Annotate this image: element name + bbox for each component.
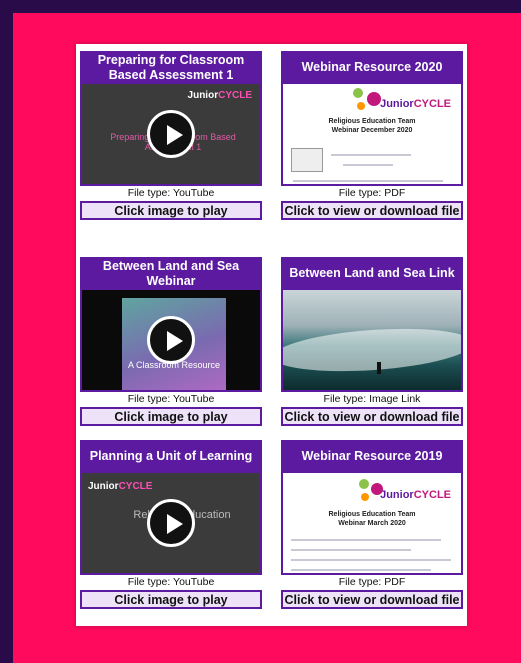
file-type-label: File type: YouTube [127, 393, 215, 405]
pdf-inset-image [291, 148, 323, 172]
resource-card: Preparing for Classroom Based Assessment… [80, 51, 262, 220]
card-title: Between Land and Sea Webinar [80, 257, 262, 290]
resource-card: Between Land and Sea Webinar A Classroom… [80, 257, 262, 426]
text-line [291, 539, 441, 541]
text-line [343, 164, 393, 166]
junior-cycle-logo: JuniorCYCLE [187, 90, 252, 101]
file-type-label: File type: Image Link [323, 393, 421, 405]
decor-dot [353, 88, 363, 98]
surfer-figure [377, 362, 381, 374]
pdf-thumbnail[interactable]: JuniorCYCLE Religious Education Team Web… [281, 84, 463, 186]
resource-panel: Preparing for Classroom Based Assessment… [76, 44, 467, 626]
decor-dot [359, 479, 369, 489]
card-title: Webinar Resource 2019 [281, 440, 463, 473]
pdf-subheading: Webinar December 2020 [331, 127, 413, 134]
text-line [291, 569, 431, 571]
view-download-button[interactable]: Click to view or download file [281, 590, 463, 609]
play-icon[interactable] [147, 316, 195, 364]
text-line [331, 154, 411, 156]
text-line [291, 549, 411, 551]
top-frame-border [0, 0, 521, 13]
play-icon[interactable] [147, 499, 195, 547]
play-button[interactable]: Click image to play [80, 201, 262, 220]
junior-cycle-logo: JuniorCYCLE [380, 489, 451, 501]
text-line [291, 559, 451, 561]
card-title: Preparing for Classroom Based Assessment… [80, 51, 262, 84]
junior-cycle-logo: JuniorCYCLE [380, 98, 451, 110]
resource-card: Planning a Unit of Learning JuniorCYCLE … [80, 440, 262, 609]
view-download-button[interactable]: Click to view or download file [281, 407, 463, 426]
play-button[interactable]: Click image to play [80, 407, 262, 426]
video-thumbnail[interactable]: JuniorCYCLE Preparing for Classroom Base… [80, 84, 262, 186]
card-title: Between Land and Sea Link [281, 257, 463, 290]
video-thumbnail[interactable]: JuniorCYCLE Religious Education [80, 473, 262, 575]
play-button[interactable]: Click image to play [80, 590, 262, 609]
video-thumbnail[interactable]: A Classroom Resource [80, 290, 262, 392]
file-type-label: File type: YouTube [127, 576, 215, 588]
pdf-subheading: Webinar March 2020 [338, 520, 406, 527]
decor-dot [367, 92, 381, 106]
pdf-heading: Religious Education Team [328, 511, 416, 518]
wave-image-thumbnail[interactable] [281, 290, 463, 392]
junior-cycle-logo: JuniorCYCLE [88, 481, 153, 492]
resource-card: Webinar Resource 2019 JuniorCYCLE Religi… [281, 440, 463, 609]
wave-crest [283, 323, 461, 377]
resource-card: Webinar Resource 2020 JuniorCYCLE Religi… [281, 51, 463, 220]
file-type-label: File type: PDF [338, 187, 406, 199]
text-line [293, 180, 443, 182]
file-type-label: File type: YouTube [127, 187, 215, 199]
card-title: Planning a Unit of Learning [80, 440, 262, 473]
left-frame-border [0, 0, 13, 663]
pdf-heading: Religious Education Team [328, 118, 416, 125]
decor-dot [361, 493, 369, 501]
pdf-thumbnail[interactable]: JuniorCYCLE Religious Education Team Web… [281, 473, 463, 575]
resource-card: Between Land and Sea Link File type: Ima… [281, 257, 463, 426]
decor-dot [357, 102, 365, 110]
card-title: Webinar Resource 2020 [281, 51, 463, 84]
view-download-button[interactable]: Click to view or download file [281, 201, 463, 220]
file-type-label: File type: PDF [338, 576, 406, 588]
play-icon[interactable] [147, 110, 195, 158]
